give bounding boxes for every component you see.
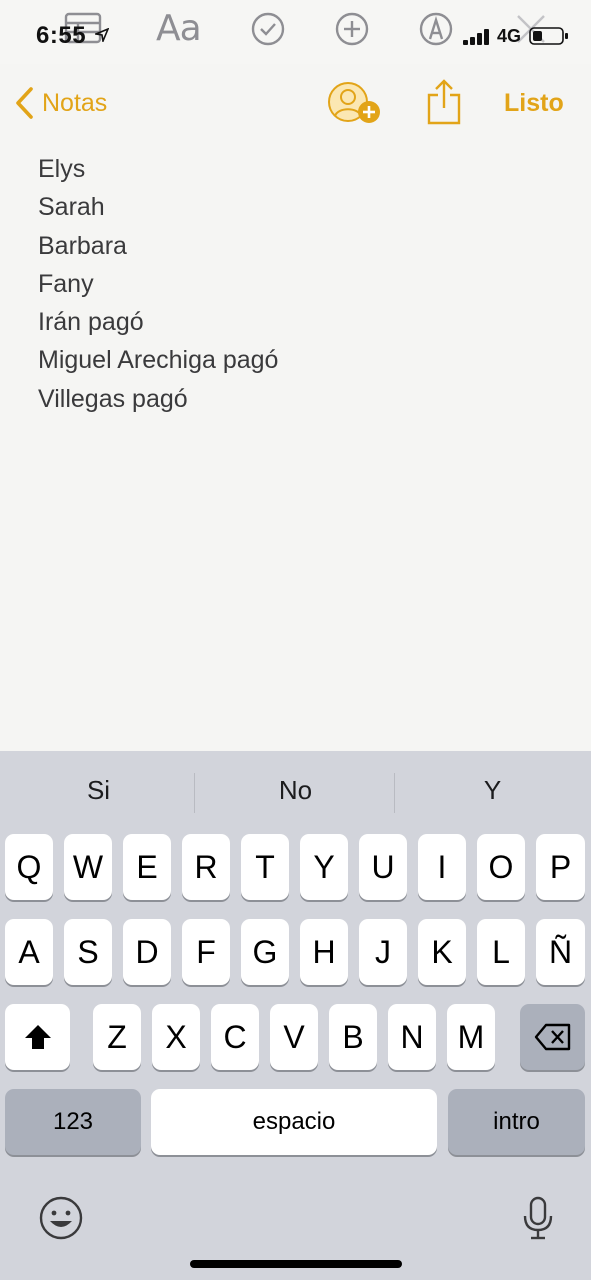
key[interactable]: V [270,1004,318,1070]
key[interactable]: S [64,919,112,985]
return-key[interactable]: intro [448,1089,585,1155]
key[interactable]: Y [300,834,348,900]
share-icon[interactable] [426,78,462,131]
key[interactable]: J [359,919,407,985]
key[interactable]: K [418,919,466,985]
key[interactable]: L [477,919,525,985]
text-style-icon[interactable]: Aa [156,8,202,49]
emoji-icon[interactable] [38,1195,84,1246]
note-line: Villegas pagó [38,384,188,413]
key[interactable]: D [123,919,171,985]
delete-key[interactable] [520,1004,585,1070]
key[interactable]: E [123,834,171,900]
shift-key[interactable] [5,1004,70,1070]
note-line: Barbara [38,231,127,260]
note-line: Irán pagó [38,308,144,337]
note-line: Sarah [38,193,105,222]
chevron-left-icon [16,87,33,119]
numbers-key[interactable]: 123 [5,1089,141,1155]
key[interactable]: U [359,834,407,900]
note-body[interactable]: Elys Sarah Barbara Fany Irán pagó Miguel… [38,150,558,418]
key[interactable]: M [447,1004,495,1070]
space-key[interactable]: espacio [151,1089,437,1155]
key[interactable]: Z [93,1004,141,1070]
suggestion-item[interactable]: Si [0,775,197,806]
home-indicator[interactable] [190,1260,402,1268]
suggestion-item[interactable]: Y [394,775,591,806]
note-line: Elys [38,155,86,183]
suggestion-divider [194,773,195,813]
add-person-icon[interactable] [328,82,382,131]
done-button[interactable]: Listo [504,89,564,118]
key[interactable]: C [211,1004,259,1070]
note-line: Fany [38,269,94,298]
signal-bars-icon [463,29,491,50]
microphone-icon[interactable] [522,1195,554,1246]
location-arrow-icon [93,27,110,47]
battery-icon [529,26,569,51]
note-line: Miguel Arechiga pagó [38,346,279,375]
key[interactable]: G [241,919,289,985]
markup-pen-icon[interactable] [417,10,455,48]
key[interactable]: W [64,834,112,900]
key[interactable]: I [418,834,466,900]
key[interactable]: F [182,919,230,985]
suggestion-bar: Si No Y [0,751,591,835]
suggestion-item[interactable]: No [197,775,394,806]
delete-icon [534,1023,570,1051]
add-icon[interactable] [333,10,371,48]
key[interactable]: H [300,919,348,985]
top-bar: Aa 6:55 4G [0,0,591,64]
key[interactable]: B [329,1004,377,1070]
key[interactable]: T [241,834,289,900]
network-type: 4G [497,26,522,46]
back-button[interactable]: Notas [14,86,107,120]
key[interactable]: A [5,919,53,985]
key[interactable]: P [536,834,585,900]
key[interactable]: X [152,1004,200,1070]
checklist-icon[interactable] [249,10,287,48]
keyboard: Si No Y Q W E R T Y U I O P A S D F G H … [0,751,591,1280]
status-time: 6:55 [36,22,87,49]
shift-icon [24,1025,51,1049]
back-label: Notas [42,88,108,117]
key[interactable]: R [182,834,230,900]
key[interactable]: O [477,834,525,900]
key[interactable]: N [388,1004,436,1070]
key[interactable]: Ñ [536,919,585,985]
key[interactable]: Q [5,834,53,900]
